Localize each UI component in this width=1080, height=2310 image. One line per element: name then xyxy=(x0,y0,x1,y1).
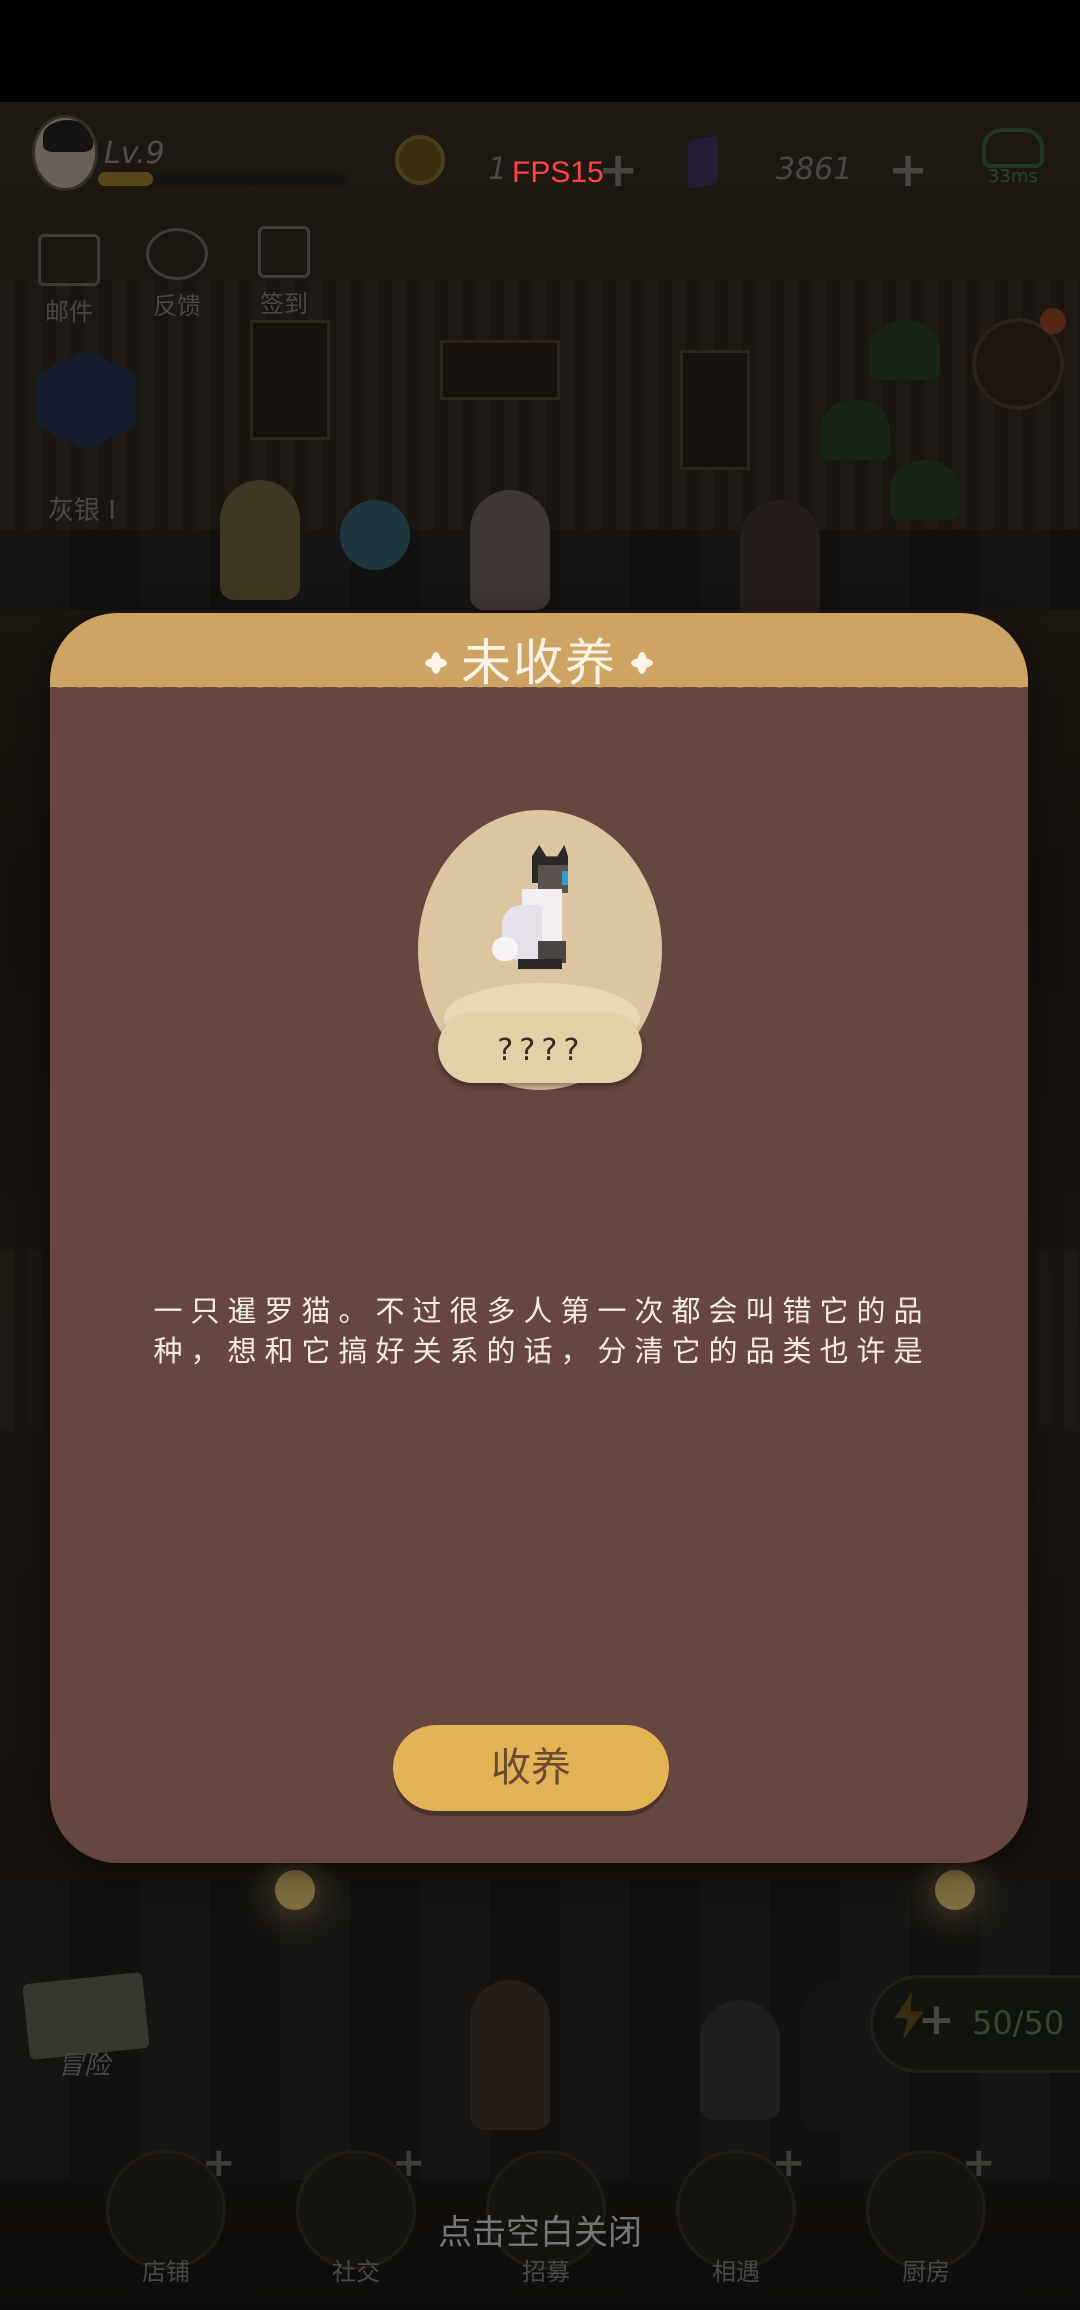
pet-info-modal: 未收养 ???? 一只暹罗猫。不过很多人第一次都会叫错它的品种，想和它搞好关系的… xyxy=(50,613,1028,1863)
siamese-cat-icon xyxy=(482,845,594,981)
close-hint: 点击空白关闭 xyxy=(438,2213,642,2253)
status-bar xyxy=(0,0,1080,102)
clover-ornament-icon xyxy=(631,651,653,674)
pet-name: ???? xyxy=(495,1033,585,1068)
clover-ornament-icon xyxy=(425,651,447,674)
fps-counter: FPS15 xyxy=(512,156,604,189)
modal-title: 未收养 xyxy=(50,623,1028,695)
pet-description: 一只暹罗猫。不过很多人第一次都会叫错它的品种，想和它搞好关系的话，分清它的品类也… xyxy=(153,1294,931,1368)
adopt-button[interactable]: 收养 xyxy=(393,1725,669,1811)
modal-title-text: 未收养 xyxy=(461,634,617,692)
